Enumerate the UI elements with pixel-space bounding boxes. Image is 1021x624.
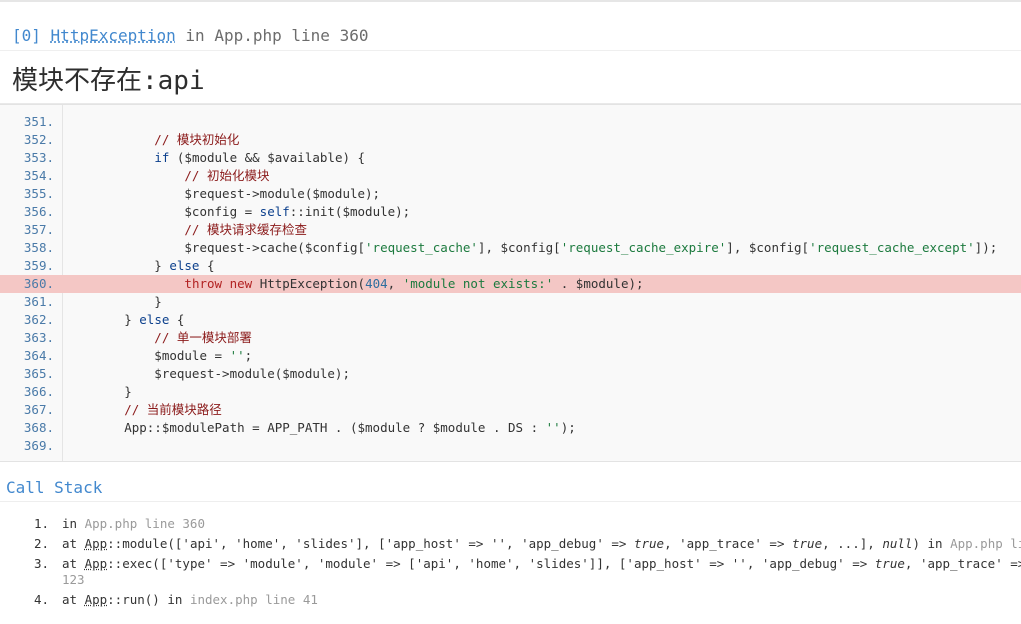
code-line: 359. } else { xyxy=(0,257,1021,275)
code-text: $module = ''; xyxy=(64,348,253,363)
line-number: 369. xyxy=(23,438,54,453)
call-stack-number: 1. xyxy=(34,516,50,531)
exception-location: [0] HttpException in App.php line 360 xyxy=(12,26,368,45)
code-line: 367. // 当前模块路径 xyxy=(0,401,1021,419)
code-line: 361. } xyxy=(0,293,1021,311)
code-text: // 初始化模块 xyxy=(64,168,270,183)
class-link[interactable]: App xyxy=(85,536,108,551)
line-number: 362. xyxy=(23,312,54,327)
header-divider xyxy=(0,50,1021,51)
code-text: $request->module($module); xyxy=(64,366,350,381)
code-line-highlighted: 360. throw new HttpException(404, 'modul… xyxy=(0,275,1021,293)
code-text: // 单一模块部署 xyxy=(64,330,252,345)
exception-index: [0] xyxy=(12,26,41,45)
source-code-panel: 351. 352. // 模块初始化 353. if ($module && $av… xyxy=(0,104,1021,462)
call-stack-divider xyxy=(0,501,1021,502)
call-stack-continuation: 123 xyxy=(62,572,85,587)
code-line: 362. } else { xyxy=(0,311,1021,329)
stack-file: index.php line 41 xyxy=(189,592,318,607)
code-line: 351. xyxy=(0,113,1021,131)
exception-header: [0] HttpException in App.php line 360 模块… xyxy=(0,2,1021,104)
code-line: 356. $config = self::init($module); xyxy=(0,203,1021,221)
exception-file: App.php xyxy=(214,26,282,45)
code-text: // 当前模块路径 xyxy=(64,402,222,417)
code-line: 353. if ($module && $available) { xyxy=(0,149,1021,167)
code-line: 366. } xyxy=(0,383,1021,401)
code-text: // 模块请求缓存检查 xyxy=(64,222,307,237)
code-text: } xyxy=(64,384,132,399)
line-number: 368. xyxy=(23,420,54,435)
code-line: 355. $request->module($module); xyxy=(0,185,1021,203)
code-text: } else { xyxy=(64,312,185,327)
line-number: 359. xyxy=(23,258,54,273)
line-number: 361. xyxy=(23,294,54,309)
code-text: $request->module($module); xyxy=(64,186,381,201)
call-stack-title: Call Stack xyxy=(6,478,103,497)
code-line: 363. // 单一模块部署 xyxy=(0,329,1021,347)
exception-in-word: in xyxy=(185,26,205,45)
code-text: } else { xyxy=(64,258,215,273)
line-number: 367. xyxy=(23,402,54,417)
call-stack-number: 2. xyxy=(34,536,50,551)
line-number: 351. xyxy=(23,114,54,129)
code-line: 368. App::$modulePath = APP_PATH . ($mod… xyxy=(0,419,1021,437)
line-number: 357. xyxy=(23,222,54,237)
code-text: $config = self::init($module); xyxy=(64,204,411,219)
call-stack-number: 4. xyxy=(34,592,50,607)
code-line: 365. $request->module($module); xyxy=(0,365,1021,383)
code-text: if ($module && $available) { xyxy=(154,150,366,165)
class-link[interactable]: App xyxy=(85,592,108,607)
stack-file: App.php line 139 xyxy=(950,536,1021,551)
line-number: 353. xyxy=(23,150,54,165)
exception-message: 模块不存在:api xyxy=(12,66,205,96)
call-stack-text: at App::exec(['type' => 'module', 'modul… xyxy=(62,556,1021,571)
line-number: 366. xyxy=(23,384,54,399)
call-stack-text: at App::module(['api', 'home', 'slides']… xyxy=(62,536,1021,551)
line-number: 358. xyxy=(23,240,54,255)
code-text: App::$modulePath = APP_PATH . ($module ?… xyxy=(64,420,576,435)
code-text: throw new HttpException(404, 'module not… xyxy=(184,276,644,291)
code-line: 358. $request->cache($config['request_ca… xyxy=(0,239,1021,257)
code-line: 357. // 模块请求缓存检查 xyxy=(0,221,1021,239)
code-line: 354. // 初始化模块 xyxy=(0,167,1021,185)
exception-line: line 360 xyxy=(291,26,369,45)
code-text: // 模块初始化 xyxy=(64,132,240,147)
line-number: 355. xyxy=(23,186,54,201)
code-line: 352. // 模块初始化 xyxy=(0,131,1021,149)
call-stack-list: 1. in App.php line 3602. at App::module(['… xyxy=(0,510,1021,624)
class-link[interactable]: App xyxy=(85,556,108,571)
exception-class-link[interactable]: HttpException xyxy=(51,26,176,45)
call-stack-number: 3. xyxy=(34,556,50,571)
line-number: 360. xyxy=(23,276,54,291)
line-number: 352. xyxy=(23,132,54,147)
line-number: 365. xyxy=(23,366,54,381)
line-number: 354. xyxy=(23,168,54,183)
code-text: } xyxy=(64,294,162,309)
call-stack-text: in App.php line 360 xyxy=(62,516,205,531)
code-text: $request->cache($config['request_cache']… xyxy=(64,240,998,255)
line-number: 364. xyxy=(23,348,54,363)
code-line: 369. xyxy=(0,437,1021,455)
stack-file: App.php line 360 xyxy=(84,516,205,531)
line-number: 356. xyxy=(23,204,54,219)
line-number: 363. xyxy=(23,330,54,345)
code-line: 364. $module = ''; xyxy=(0,347,1021,365)
call-stack-text: at App::run() in index.php line 41 xyxy=(62,592,318,607)
